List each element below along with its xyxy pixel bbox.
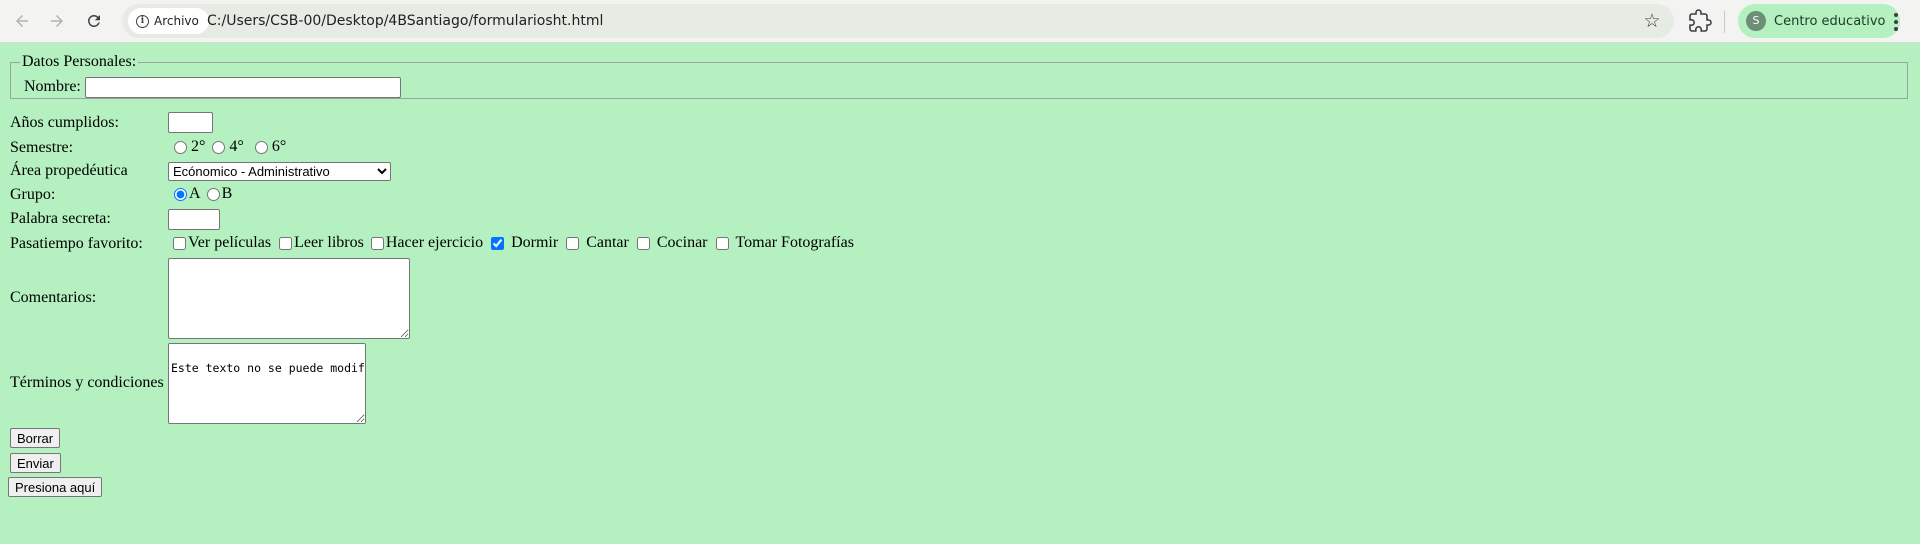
pasatiempo-checkbox-fotografias[interactable]	[715, 236, 729, 250]
comentarios-textarea[interactable]	[168, 258, 410, 339]
pasatiempo-checkbox-cocinar[interactable]	[636, 236, 650, 250]
pasatiempo-option-label: Cantar	[586, 234, 629, 251]
enviar-button[interactable]: Enviar	[10, 453, 61, 473]
menu-dot-icon	[1894, 13, 1898, 17]
semestre-option[interactable]: 4°	[212, 138, 244, 156]
semestre-option[interactable]: 6°	[254, 138, 287, 156]
site-info-label: Archivo	[154, 14, 199, 28]
grupo-radio-b[interactable]	[206, 187, 220, 201]
extensions-button[interactable]	[1688, 9, 1712, 33]
browser-toolbar: i Archivo C:/Users/CSB-00/Desktop/4BSant…	[0, 0, 1920, 43]
pasatiempo-checkbox-cantar[interactable]	[566, 236, 580, 250]
terminos-label: Términos y condiciones	[10, 374, 164, 391]
pasatiempo-option[interactable]: Cantar	[566, 234, 629, 252]
grupo-option[interactable]: A	[174, 185, 201, 203]
pasatiempo-option-label: Dormir	[511, 234, 559, 251]
semestre-option[interactable]: 2°	[174, 138, 205, 156]
reload-button[interactable]	[80, 7, 108, 35]
palabra-secreta-label: Palabra secreta:	[10, 210, 111, 227]
grupo-radio-group: A B	[174, 185, 232, 203]
grupo-option-label: A	[189, 185, 201, 202]
pasatiempo-checkbox-dormir[interactable]	[491, 236, 505, 250]
semestre-option-label: 6°	[271, 138, 287, 155]
pasatiempo-checkbox-ejercicio[interactable]	[370, 236, 384, 250]
grupo-option-label: B	[221, 185, 233, 202]
borrar-button[interactable]: Borrar	[10, 428, 61, 448]
area-select[interactable]: Ecónomico - Administrativo	[168, 162, 391, 181]
edad-label: Años cumplidos:	[10, 114, 119, 131]
pasatiempo-option[interactable]: Tomar Fotografías	[715, 234, 854, 252]
info-icon: i	[136, 14, 149, 28]
pasatiempo-label: Pasatiempo favorito:	[10, 235, 143, 252]
nombre-input[interactable]	[85, 77, 401, 98]
pasatiempo-option-label: Tomar Fotografías	[735, 234, 854, 251]
pasatiempo-option-label: Ver películas	[188, 234, 272, 251]
grupo-label: Grupo:	[10, 186, 56, 203]
menu-dot-icon	[1894, 27, 1898, 31]
semestre-radio-group: 2° 4° 6°	[174, 138, 286, 156]
semestre-option-label: 2°	[191, 138, 206, 155]
area-label: Área propedéutica	[10, 162, 128, 179]
arrow-left-icon	[16, 15, 28, 27]
grupo-option[interactable]: B	[206, 185, 233, 203]
pasatiempo-checkbox-peliculas[interactable]	[173, 236, 186, 250]
nombre-label: Nombre:	[24, 78, 81, 95]
edad-input[interactable]	[168, 112, 213, 133]
semestre-radio-6[interactable]	[254, 140, 268, 154]
pasatiempo-option[interactable]: Ver películas	[173, 234, 271, 252]
back-button[interactable]	[8, 7, 36, 35]
pasatiempo-option[interactable]: Cocinar	[636, 234, 708, 252]
comentarios-label: Comentarios:	[10, 289, 97, 306]
semestre-label: Semestre:	[10, 139, 74, 156]
pasatiempo-option[interactable]: Hacer ejercicio	[370, 234, 484, 252]
profile-name: Centro educativo	[1774, 13, 1886, 29]
terminos-textarea: Este texto no se puede modificar porque …	[168, 343, 366, 424]
pasatiempo-checkbox-group: Ver películas Leer libros Hacer ejercici…	[173, 234, 854, 252]
arrow-right-icon	[51, 15, 63, 27]
pasatiempo-checkbox-libros[interactable]	[279, 236, 293, 250]
bookmark-star-icon[interactable]: ☆	[1642, 11, 1662, 31]
semestre-radio-4[interactable]	[212, 140, 226, 154]
grupo-radio-a[interactable]	[174, 187, 187, 201]
site-info-chip[interactable]: i Archivo	[128, 8, 209, 34]
pasatiempo-option[interactable]: Dormir	[491, 234, 558, 252]
profile-button[interactable]: S Centro educativo	[1738, 4, 1900, 38]
palabra-secreta-input[interactable]	[168, 209, 220, 230]
avatar: S	[1746, 11, 1766, 31]
presiona-aqui-button[interactable]: Presiona aquí	[8, 477, 103, 497]
semestre-radio-2[interactable]	[174, 140, 187, 154]
forward-button[interactable]	[43, 7, 71, 35]
fieldset-legend: Datos Personales:	[22, 53, 137, 70]
pasatiempo-option[interactable]: Leer libros	[279, 234, 364, 252]
menu-dot-icon	[1894, 20, 1898, 24]
url-text[interactable]: C:/Users/CSB-00/Desktop/4BSantiago/formu…	[207, 4, 603, 38]
puzzle-icon	[1689, 9, 1712, 32]
toolbar-divider	[1724, 11, 1725, 33]
address-bar[interactable]: i Archivo C:/Users/CSB-00/Desktop/4BSant…	[122, 4, 1674, 38]
pasatiempo-option-label: Hacer ejercicio	[385, 234, 484, 251]
page-content: Datos Personales: Nombre: Años cumplidos…	[0, 44, 1920, 544]
browser-menu-button[interactable]	[1886, 10, 1906, 34]
pasatiempo-option-label: Leer libros	[294, 234, 364, 251]
pasatiempo-option-label: Cocinar	[656, 234, 708, 251]
reload-icon	[87, 14, 100, 27]
semestre-option-label: 4°	[229, 138, 244, 155]
